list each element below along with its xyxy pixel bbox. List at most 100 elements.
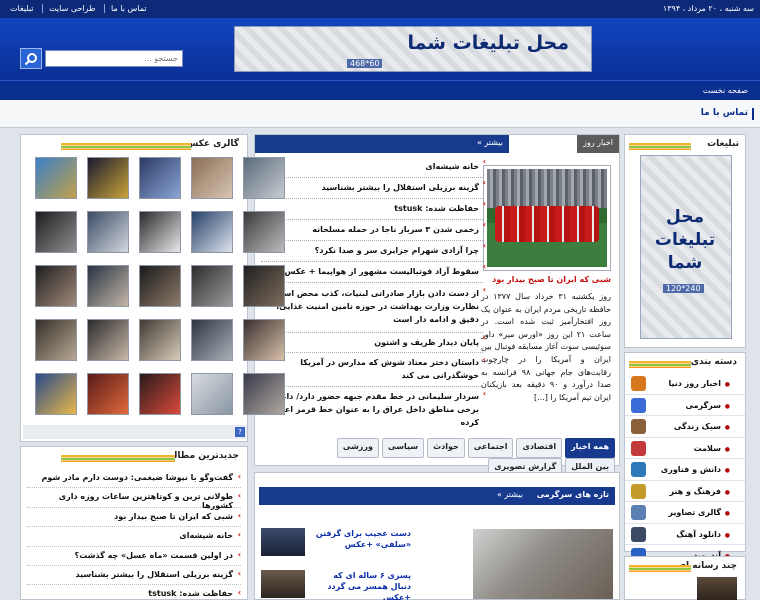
entertainment-item[interactable]: پسری ۶ ساله ای که دنبال همسر می گردد +عک… (261, 570, 411, 600)
news-more-link[interactable]: بیشتر » (255, 135, 509, 153)
top-link-design[interactable]: طراحی سایت (42, 4, 102, 13)
category-label: فرهنگ و هنر (669, 486, 721, 496)
entertainment-main-image[interactable] (473, 529, 613, 599)
gallery-thumbnail[interactable] (191, 157, 233, 199)
lead-news-photo[interactable] (483, 165, 611, 271)
side-ad-banner[interactable]: محل تبلیغات شما 120*240 (640, 155, 732, 339)
gallery-thumbnail[interactable] (191, 319, 233, 361)
gallery-thumbnail[interactable] (87, 211, 129, 253)
latest-post-item[interactable]: گزینه برزیلی استقلال را بیشتر بشناسید (27, 566, 241, 586)
subnav-contact[interactable]: تماس با ما (701, 108, 748, 118)
news-list-item[interactable]: زخمی شدن ۳ سرباز ناجا در حمله مسلحانه (261, 220, 486, 241)
ads-title-stripes (629, 143, 691, 150)
help-icon[interactable]: ? (235, 427, 245, 437)
subnav-marker (752, 108, 754, 120)
news-tab-today[interactable]: اخبار روز (576, 135, 619, 153)
gallery-thumbnail[interactable] (243, 373, 285, 415)
top-link-contact[interactable]: تماس با ما (104, 4, 153, 13)
top-link-ads[interactable]: تبلیغات (4, 4, 40, 13)
news-list-item[interactable]: سقوط آزاد فوتبالیست مشهور از هواپیما + ع… (261, 262, 486, 283)
category-item[interactable]: ● دانش و فناوری (625, 459, 745, 481)
bullet-icon: ● (724, 467, 730, 474)
sub-nav: تماس با ما (0, 100, 760, 128)
multimedia-title-stripes (629, 565, 691, 572)
tab-all-news[interactable]: همه اخبار (565, 438, 615, 458)
gallery-thumbnail[interactable] (191, 373, 233, 415)
news-more-label: بیشتر » (476, 138, 503, 147)
tab-political[interactable]: سیاسی (382, 438, 425, 458)
ads-panel: تبلیغات محل تبلیغات شما 120*240 (624, 134, 746, 348)
latest-post-item[interactable]: حفاظت شده: tstusk (27, 585, 241, 600)
news-list-item[interactable]: سردار سلیمانی در خط مقدم جبهه حضور دارد/… (261, 387, 486, 427)
bullet-icon: ● (724, 510, 730, 517)
category-item[interactable]: ● فرهنگ و هنر (625, 481, 745, 502)
gallery-thumbnail[interactable] (35, 373, 77, 415)
category-item[interactable]: ● اخبار روز دنیا (625, 373, 745, 395)
gallery-thumbnail[interactable] (243, 211, 285, 253)
category-item[interactable]: ● سبک زندگی (625, 416, 745, 438)
nav-home[interactable]: صفحه نخست (703, 86, 748, 95)
tab-sports[interactable]: ورزشی (336, 438, 379, 458)
top-links: تماس با ما طراحی سایت تبلیغات (4, 4, 153, 13)
gallery-thumbnail[interactable] (191, 211, 233, 253)
category-label: گالری تصاویر (668, 508, 721, 517)
news-list-item[interactable]: خانه شیشه‌ای (261, 157, 486, 178)
multimedia-thumbnail[interactable] (697, 577, 737, 600)
gallery-thumbnail[interactable] (191, 265, 233, 307)
header-ad-banner[interactable]: محل تبلیغات شما 468*60 (234, 26, 592, 72)
lead-news-title[interactable]: شبی که ایران تا صبح بیدار بود (481, 275, 611, 284)
news-list-item[interactable]: حفاظت شده: tstusk (261, 199, 486, 220)
search-input[interactable] (45, 50, 183, 67)
latest-post-item[interactable]: گفت‌وگو با نیوشا ضیغمی: دوست دارم مادر ش… (27, 469, 241, 489)
category-item[interactable]: ● گالری تصاویر (625, 502, 745, 524)
multimedia-panel: چند رسانه ای (624, 556, 746, 600)
gallery-thumbnail[interactable] (87, 319, 129, 361)
gallery-thumbnail[interactable] (35, 157, 77, 199)
search-button[interactable] (20, 48, 42, 69)
category-item[interactable]: ● سلامت (625, 438, 745, 459)
entertainment-more-link[interactable]: بیشتر » (259, 487, 529, 505)
category-item[interactable]: ● دانلود آهنگ (625, 524, 745, 545)
gallery-thumbnail[interactable] (35, 211, 77, 253)
latest-post-item[interactable]: طولانی ترین و کوتاهترین ساعات روزه داری … (27, 488, 241, 510)
gallery-thumbnail[interactable] (243, 265, 285, 307)
tab-economic[interactable]: اقتصادی (516, 438, 563, 458)
news-list-item[interactable]: گزینه برزیلی استقلال را بیشتر بشناسید (261, 178, 486, 199)
gallery-thumbnail[interactable] (139, 157, 181, 199)
news-list-item[interactable]: پایان دیدار ظریف و اشتون (261, 333, 486, 353)
gallery-footer: ? (23, 425, 247, 439)
latest-post-item[interactable]: در اولین قسمت «ماه عسل» چه گذشت؟ (27, 547, 241, 566)
entertainment-tab[interactable]: تازه های سرگرمی (527, 487, 615, 505)
technology-icon (631, 462, 646, 477)
tab-incidents[interactable]: حوادث (427, 438, 465, 458)
categories-panel: دسته بندی ● اخبار روز دنیا ● سرگرمی ● سبک ز… (624, 352, 746, 567)
gallery-thumbnail[interactable] (243, 157, 285, 199)
entertainment-item[interactable]: دست عجیب برای گرفتن «سلفی» +عکس (261, 528, 411, 556)
gallery-thumbnail[interactable] (139, 319, 181, 361)
gallery-thumbnail[interactable] (87, 373, 129, 415)
news-list-item[interactable]: از دست دادن بازار صادراتی لبنیات، کذب مح… (261, 283, 486, 333)
gallery-thumbnail[interactable] (87, 157, 129, 199)
gallery-thumbnail[interactable] (87, 265, 129, 307)
bullet-icon: ● (724, 531, 730, 539)
bullet-icon: ● (724, 381, 730, 388)
gallery-thumbnail[interactable] (35, 265, 77, 307)
latest-post-item[interactable]: خانه شیشه‌ای (27, 527, 241, 547)
tab-social[interactable]: اجتماعی (467, 438, 514, 458)
gallery-thumbnail[interactable] (139, 265, 181, 307)
gallery-thumbnail[interactable] (243, 319, 285, 361)
gallery-thumbnail[interactable] (35, 319, 77, 361)
gallery-thumbnail[interactable] (139, 373, 181, 415)
bullet-icon: ● (724, 445, 730, 453)
banner-size: 468*60 (347, 59, 383, 68)
news-list-item[interactable]: داستان دختر معتاد شوش که مدارس در آمریکا… (261, 353, 486, 387)
latest-post-item[interactable]: شبی که ایران تا صبح بیدار بود (27, 508, 241, 528)
latest-posts-panel: جدیدترین مطالب گفت‌وگو با نیوشا ضیغمی: د… (20, 446, 248, 600)
entertainment-item-title: دست عجیب برای گرفتن «سلفی» +عکس (315, 529, 411, 549)
gallery-title-stripes (61, 143, 191, 150)
lead-photo-image (487, 169, 607, 267)
gallery-thumbnail[interactable] (139, 211, 181, 253)
gallery-icon (631, 505, 646, 520)
news-list-item[interactable]: چرا آزادی شهرام جزایری سر و صدا نکرد؟ (261, 241, 486, 262)
category-item[interactable]: ● سرگرمی (625, 395, 745, 416)
